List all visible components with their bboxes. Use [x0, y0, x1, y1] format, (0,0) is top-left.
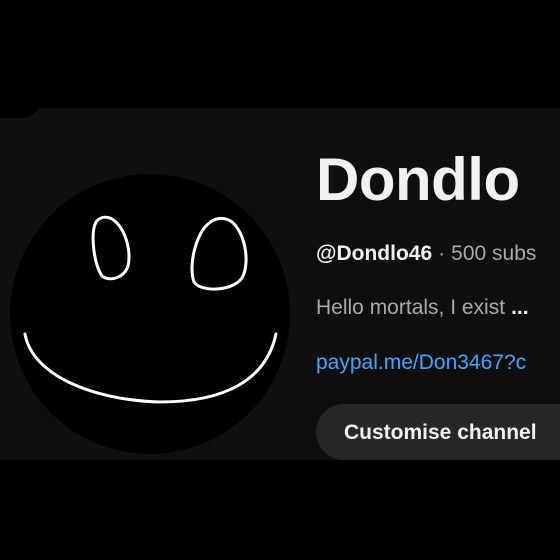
more-link[interactable]: ...	[511, 296, 529, 319]
channel-meta: @Dondlo46 · 500 subs	[316, 241, 536, 266]
description-text: Hello mortals, I exist	[316, 296, 506, 319]
channel-page: Dondlo @Dondlo46 · 500 subs Hello mortals,…	[0, 0, 560, 560]
smiley-face-icon	[23, 215, 278, 404]
customise-channel-button[interactable]: Customise channel	[316, 404, 560, 460]
bottom-crop	[0, 460, 560, 560]
channel-handle: @Dondlo46	[316, 242, 433, 265]
channel-link[interactable]: paypal.me/Don3467?c	[316, 350, 526, 375]
channel-avatar[interactable]	[10, 174, 290, 454]
subscriber-count: 500 subs	[451, 242, 537, 265]
meta-separator: ·	[438, 242, 446, 265]
channel-name: Dondlo	[316, 146, 520, 213]
channel-description[interactable]: Hello mortals, I exist...	[316, 295, 529, 320]
